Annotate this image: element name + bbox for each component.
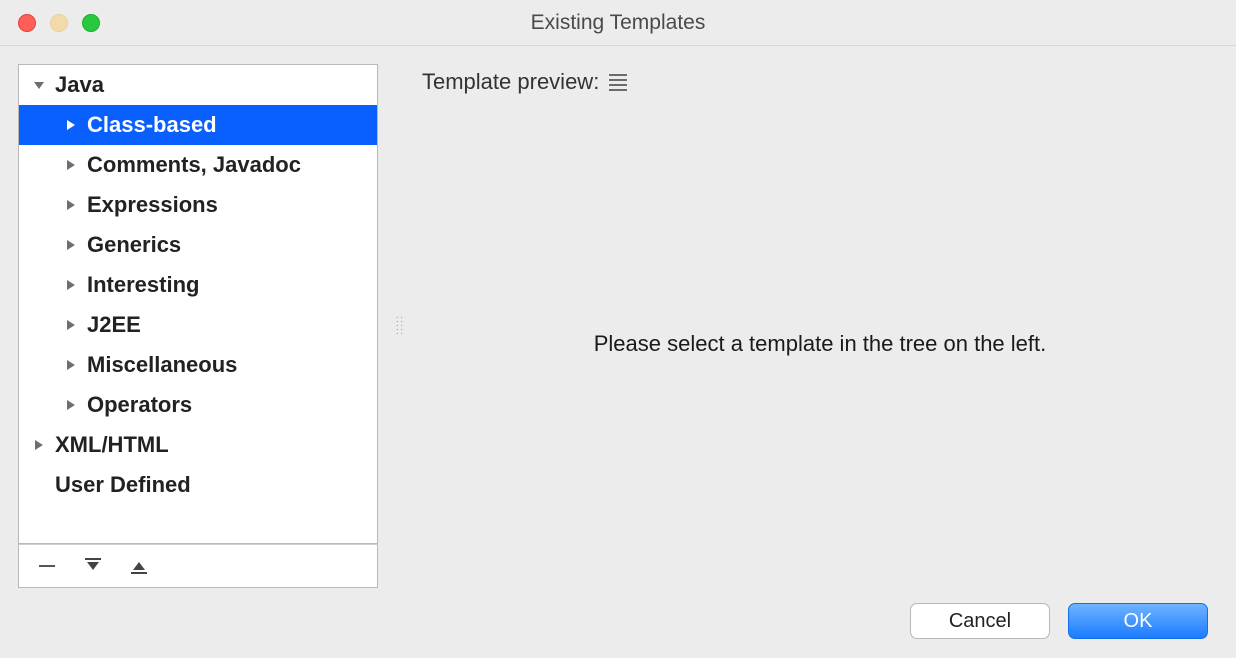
tree-item-label: Comments, Javadoc xyxy=(87,152,301,178)
tree-item[interactable]: Operators xyxy=(19,385,377,425)
content: Java Class-based Comments, Javadoc Expressi… xyxy=(0,46,1236,658)
tree-item-label: J2EE xyxy=(87,312,141,338)
window-title: Existing Templates xyxy=(0,11,1236,35)
tree-item[interactable]: User Defined xyxy=(19,465,377,505)
titlebar: Existing Templates xyxy=(0,0,1236,46)
tree-item-label: Class-based xyxy=(87,112,217,138)
tree-item[interactable]: Expressions xyxy=(19,185,377,225)
tree-item-label: Expressions xyxy=(87,192,218,218)
collapse-all-icon xyxy=(129,556,149,576)
splitter-grip-icon: ·········· xyxy=(396,316,405,336)
tree-item-label: User Defined xyxy=(55,472,191,498)
tree-item[interactable]: Interesting xyxy=(19,265,377,305)
tree-item[interactable]: Java xyxy=(19,65,377,105)
preview-title: Template preview: xyxy=(422,69,599,95)
left-panel: Java Class-based Comments, Javadoc Expressi… xyxy=(18,64,378,588)
preview-header: Template preview: xyxy=(422,64,1218,100)
tree-item[interactable]: Generics xyxy=(19,225,377,265)
chevron-right-icon xyxy=(63,359,79,371)
minus-icon xyxy=(38,557,56,575)
expand-all-button[interactable] xyxy=(81,554,105,578)
ok-button[interactable]: OK xyxy=(1068,603,1208,639)
cancel-button[interactable]: Cancel xyxy=(910,603,1050,639)
chevron-right-icon xyxy=(63,279,79,291)
collapse-all-button[interactable] xyxy=(127,554,151,578)
tree-item[interactable]: Miscellaneous xyxy=(19,345,377,385)
chevron-right-icon xyxy=(63,239,79,251)
window-controls xyxy=(18,14,100,32)
minimize-window-button xyxy=(50,14,68,32)
preview-menu-icon[interactable] xyxy=(609,74,627,91)
tree-item-label: Miscellaneous xyxy=(87,352,237,378)
zoom-window-button[interactable] xyxy=(82,14,100,32)
splitter[interactable]: ·········· xyxy=(396,64,404,588)
chevron-right-icon xyxy=(63,399,79,411)
chevron-right-icon xyxy=(63,319,79,331)
tree-item[interactable]: Class-based xyxy=(19,105,377,145)
template-tree[interactable]: Java Class-based Comments, Javadoc Expressi… xyxy=(18,64,378,544)
chevron-down-icon xyxy=(31,79,47,91)
tree-item[interactable]: Comments, Javadoc xyxy=(19,145,377,185)
chevron-right-icon xyxy=(31,439,47,451)
footer: Cancel OK xyxy=(0,596,1236,658)
chevron-right-icon xyxy=(63,199,79,211)
right-panel: Template preview: Please select a templa… xyxy=(422,64,1218,588)
tree-toolbar xyxy=(18,544,378,588)
tree-item-label: Java xyxy=(55,72,104,98)
tree-item-label: Generics xyxy=(87,232,181,258)
remove-button[interactable] xyxy=(35,554,59,578)
expand-all-icon xyxy=(83,556,103,576)
main-area: Java Class-based Comments, Javadoc Expressi… xyxy=(0,46,1236,596)
preview-body: Please select a template in the tree on … xyxy=(422,100,1218,588)
tree-item[interactable]: XML/HTML xyxy=(19,425,377,465)
close-window-button[interactable] xyxy=(18,14,36,32)
preview-hint: Please select a template in the tree on … xyxy=(594,331,1047,357)
chevron-right-icon xyxy=(63,159,79,171)
tree-item-label: Operators xyxy=(87,392,192,418)
chevron-right-icon xyxy=(63,119,79,131)
window: Existing Templates Java Class-based Commen… xyxy=(0,0,1236,658)
tree-item-label: Interesting xyxy=(87,272,199,298)
tree-item-label: XML/HTML xyxy=(55,432,169,458)
tree-item[interactable]: J2EE xyxy=(19,305,377,345)
